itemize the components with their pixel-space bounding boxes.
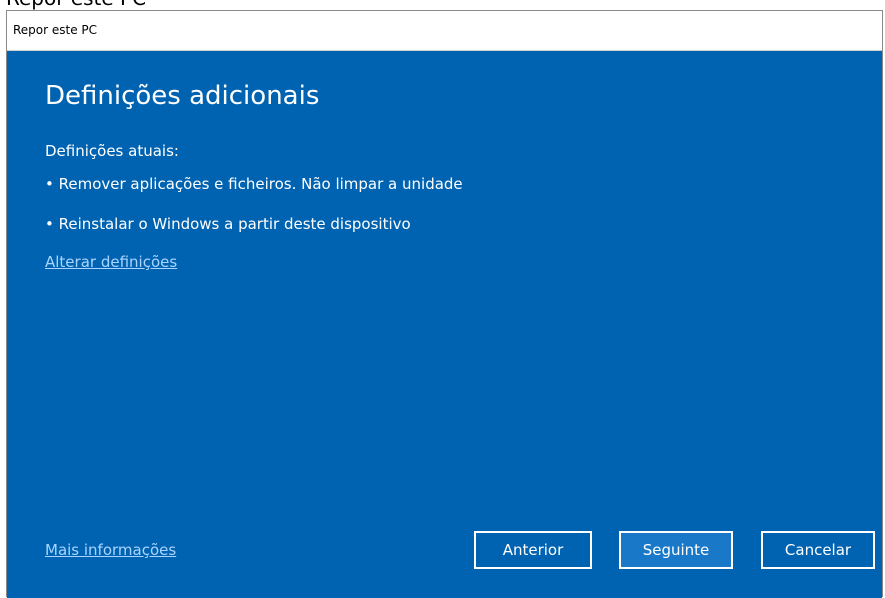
background-window: Repor este PC [0,0,885,10]
cancel-button[interactable]: Cancelar [761,531,875,569]
background-window-title: Repor este PC [6,0,146,10]
setting-item-remove-apps: • Remover aplicações e ficheiros. Não li… [45,175,463,193]
back-button[interactable]: Anterior [474,531,592,569]
reset-pc-dialog: Repor este PC Definições adicionais Defi… [6,10,883,598]
next-button[interactable]: Seguinte [619,531,733,569]
dialog-title: Repor este PC [13,23,98,37]
more-info-link[interactable]: Mais informações [45,541,176,559]
current-settings-label: Definições atuais: [45,142,179,160]
dialog-content: Definições adicionais Definições atuais:… [7,51,882,598]
change-settings-link[interactable]: Alterar definições [45,253,177,271]
setting-item-reinstall-windows: • Reinstalar o Windows a partir deste di… [45,215,411,233]
dialog-titlebar[interactable]: Repor este PC [7,11,882,51]
page-title: Definições adicionais [45,81,320,111]
